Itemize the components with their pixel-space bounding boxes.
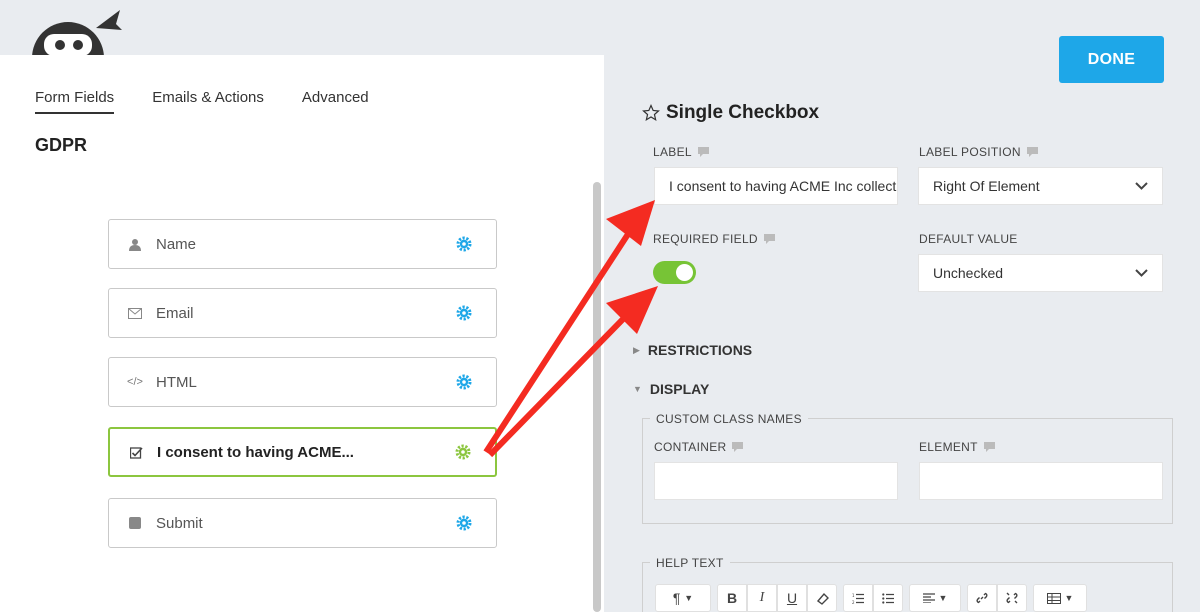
field-label: Submit — [156, 514, 203, 532]
unlink-icon[interactable] — [997, 584, 1027, 612]
field-name[interactable]: Name — [108, 219, 497, 269]
default-value-heading: DEFAULT VALUE — [919, 232, 1018, 246]
field-html[interactable]: </> HTML — [108, 357, 497, 407]
svg-text:2: 2 — [852, 600, 855, 604]
eraser-icon[interactable] — [807, 584, 837, 612]
default-value-select[interactable]: Unchecked — [918, 254, 1163, 292]
link-group — [967, 584, 1027, 612]
tooltip-icon[interactable] — [763, 234, 775, 244]
ordered-list-icon[interactable]: 12 — [843, 584, 873, 612]
checkbox-icon — [127, 446, 145, 459]
tooltip-icon[interactable] — [732, 442, 744, 452]
help-text-legend: HELP TEXT — [650, 556, 730, 570]
caret-down-icon: ▼ — [633, 384, 642, 394]
field-consent-checkbox[interactable]: I consent to having ACME... — [108, 427, 497, 477]
container-heading: CONTAINER — [654, 440, 744, 454]
element-input[interactable] — [919, 462, 1163, 500]
custom-class-legend: CUSTOM CLASS NAMES — [650, 412, 808, 426]
field-label: I consent to having ACME... — [157, 443, 354, 461]
chevron-down-icon — [1135, 182, 1148, 190]
italic-icon[interactable]: I — [747, 584, 777, 612]
restrictions-section-toggle[interactable]: ▶ RESTRICTIONS — [633, 342, 752, 358]
table-icon — [1046, 592, 1061, 604]
paragraph-icon: ¶ — [672, 590, 681, 606]
panel-title: Single Checkbox — [642, 102, 819, 124]
field-submit[interactable]: Submit — [108, 498, 497, 548]
bullet-list-icon[interactable] — [873, 584, 903, 612]
square-icon — [126, 517, 144, 529]
container-input[interactable] — [654, 462, 898, 500]
tab-form-fields[interactable]: Form Fields — [35, 89, 115, 114]
underline-icon[interactable]: U — [777, 584, 807, 612]
form-title: GDPR — [35, 135, 88, 155]
tab-advanced[interactable]: Advanced — [302, 89, 369, 114]
field-label: Email — [156, 304, 194, 322]
label-input[interactable]: I consent to having ACME Inc collect my … — [654, 167, 898, 205]
required-field-toggle[interactable] — [653, 261, 696, 284]
bold-icon[interactable]: B — [717, 584, 747, 612]
scrollbar[interactable] — [593, 182, 601, 612]
gear-icon[interactable] — [456, 305, 472, 321]
label-position-select[interactable]: Right Of Element — [918, 167, 1163, 205]
envelope-icon — [126, 307, 144, 319]
tab-bar: Form Fields Emails & Actions Advanced — [35, 89, 369, 114]
field-email[interactable]: Email — [108, 288, 497, 338]
rich-text-toolbar: ¶ ▼ B I U 12 ▼ ▼ — [655, 584, 1087, 612]
align-dropdown[interactable]: ▼ — [909, 584, 961, 612]
gear-icon[interactable] — [456, 236, 472, 252]
paragraph-style-dropdown[interactable]: ¶ ▼ — [655, 584, 711, 612]
tab-emails-actions[interactable]: Emails & Actions — [152, 89, 264, 114]
table-dropdown[interactable]: ▼ — [1033, 584, 1087, 612]
done-button[interactable]: DONE — [1059, 36, 1164, 83]
format-group: B I U — [717, 584, 837, 612]
star-icon[interactable] — [642, 104, 660, 122]
label-heading: LABEL — [653, 145, 709, 159]
label-position-heading: LABEL POSITION — [919, 145, 1038, 159]
align-left-icon — [922, 593, 935, 603]
panel-title-text: Single Checkbox — [666, 102, 820, 123]
ninja-logo — [32, 10, 122, 56]
required-field-heading: REQUIRED FIELD — [653, 232, 775, 246]
gear-icon[interactable] — [455, 444, 471, 460]
gear-icon[interactable] — [456, 374, 472, 390]
gear-icon[interactable] — [456, 515, 472, 531]
field-label: HTML — [156, 373, 197, 391]
user-icon — [126, 238, 144, 251]
tooltip-icon[interactable] — [1026, 147, 1038, 157]
chevron-down-icon — [1135, 269, 1148, 277]
caret-right-icon: ▶ — [633, 344, 640, 355]
link-icon[interactable] — [967, 584, 997, 612]
code-icon: </> — [127, 376, 143, 388]
element-heading: ELEMENT — [919, 440, 995, 454]
svg-text:1: 1 — [852, 593, 855, 598]
list-group: 12 — [843, 584, 903, 612]
tooltip-icon[interactable] — [983, 442, 995, 452]
tooltip-icon[interactable] — [697, 147, 709, 157]
field-label: Name — [156, 235, 197, 253]
display-section-toggle[interactable]: ▼ DISPLAY — [633, 381, 709, 397]
